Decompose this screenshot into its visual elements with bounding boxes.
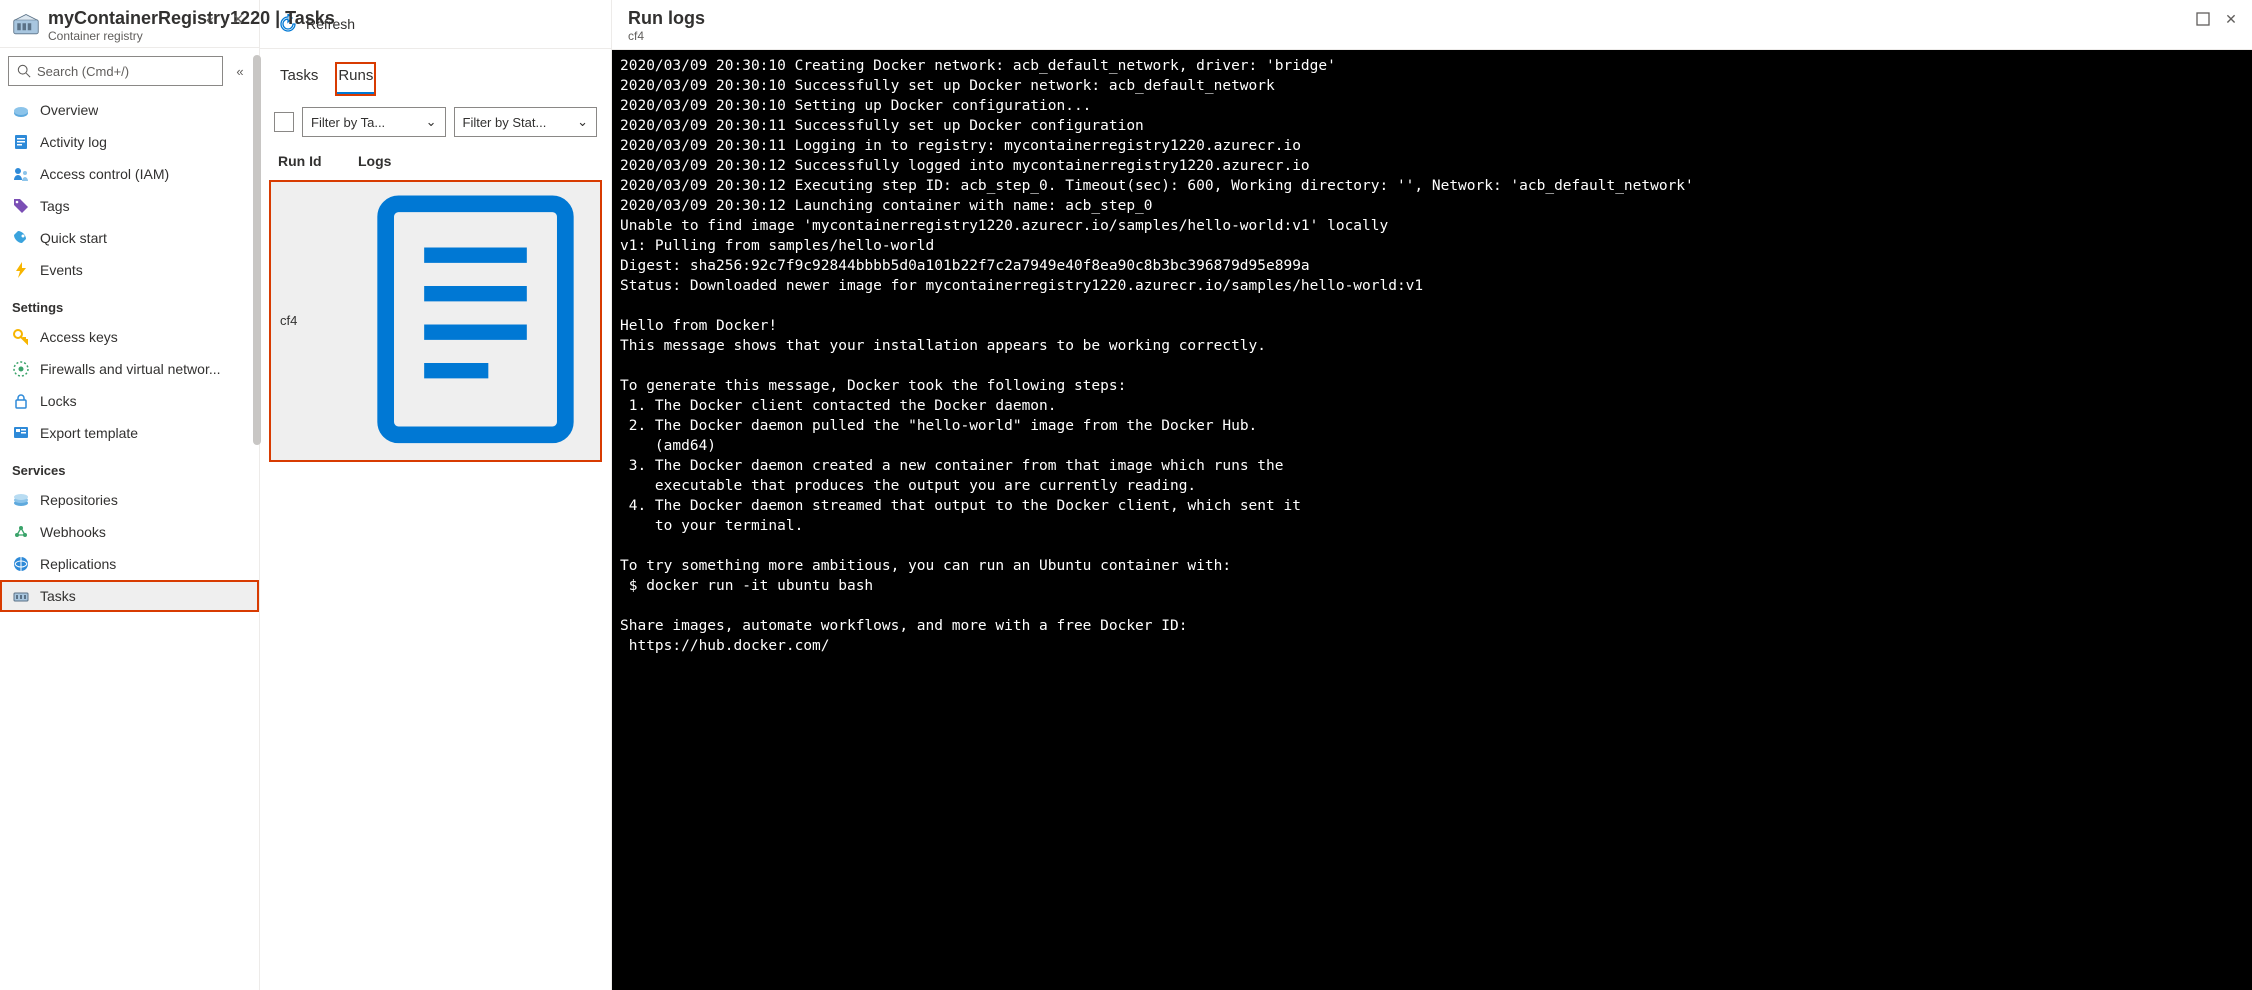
replications-icon (12, 555, 30, 573)
sidebar-scrollbar[interactable] (253, 55, 261, 990)
select-all-checkbox[interactable] (274, 112, 294, 132)
nav-replications[interactable]: Replications (0, 548, 259, 580)
repositories-icon (12, 491, 30, 509)
filter-task-dropdown[interactable]: Filter by Ta... ⌄ (302, 107, 446, 137)
registry-icon (12, 11, 40, 39)
nav-export-template[interactable]: Export template (0, 417, 259, 449)
nav-access-keys[interactable]: Access keys (0, 321, 259, 353)
nav-tags[interactable]: Tags (0, 190, 259, 222)
close-icon[interactable]: ✕ (2220, 8, 2242, 30)
nav-label: Replications (40, 556, 116, 572)
nav-activity-log[interactable]: Activity log (0, 126, 259, 158)
search-input[interactable] (37, 64, 214, 79)
section-settings: Settings (0, 286, 259, 321)
collapse-left-icon[interactable]: « (199, 8, 221, 30)
page-title: myContainerRegistry1220 | Tasks (48, 8, 199, 29)
nav-repositories[interactable]: Repositories (0, 484, 259, 516)
nav-label: Firewalls and virtual networ... (40, 361, 221, 377)
webhooks-icon (12, 523, 30, 541)
filter-status-dropdown[interactable]: Filter by Stat... ⌄ (454, 107, 598, 137)
close-icon[interactable]: ✕ (227, 8, 249, 30)
logs-pane: Run logs cf4 ✕ 2020/03/09 20:30:10 Creat… (612, 0, 2252, 990)
nav-label: Events (40, 262, 83, 278)
nav-locks[interactable]: Locks (0, 385, 259, 417)
overview-icon (12, 101, 30, 119)
nav-overview[interactable]: Overview (0, 94, 259, 126)
lock-icon (12, 392, 30, 410)
nav-quick-start[interactable]: Quick start (0, 222, 259, 254)
filter-status-label: Filter by Stat... (463, 115, 547, 130)
sidebar-header: myContainerRegistry1220 | Tasks Containe… (0, 0, 259, 48)
tasks-pane: Refresh Tasks Runs Filter by Ta... ⌄ Fil… (260, 0, 612, 990)
tags-icon (12, 197, 30, 215)
chevron-down-icon: ⌄ (577, 114, 588, 130)
runs-table-header: Run Id Logs (260, 149, 611, 177)
run-id: cf4 (280, 313, 360, 328)
filter-row: Filter by Ta... ⌄ Filter by Stat... ⌄ (260, 95, 611, 149)
chevron-down-icon: ⌄ (426, 114, 437, 130)
nav-label: Repositories (40, 492, 118, 508)
tasks-tabs: Tasks Runs (260, 49, 611, 95)
firewall-icon (12, 360, 30, 378)
filter-task-label: Filter by Ta... (311, 115, 385, 130)
nav-label: Export template (40, 425, 138, 441)
logs-subtitle: cf4 (628, 29, 2192, 43)
scrollbar-thumb[interactable] (253, 55, 261, 445)
run-row[interactable]: cf4 (270, 181, 601, 461)
run-logs-cell (360, 191, 591, 451)
events-icon (12, 261, 30, 279)
logs-icon[interactable] (360, 436, 591, 451)
nav-label: Locks (40, 393, 77, 409)
key-icon (12, 328, 30, 346)
maximize-icon[interactable] (2192, 8, 2214, 30)
activity-log-icon (12, 133, 30, 151)
nav-label: Quick start (40, 230, 107, 246)
nav-tasks[interactable]: Tasks (0, 580, 259, 612)
search-icon (17, 64, 31, 78)
nav-label: Access control (IAM) (40, 166, 169, 182)
nav-webhooks[interactable]: Webhooks (0, 516, 259, 548)
nav-label: Access keys (40, 329, 118, 345)
export-template-icon (12, 424, 30, 442)
logs-header: Run logs cf4 ✕ (612, 0, 2252, 50)
nav-label: Tags (40, 198, 70, 214)
nav-firewalls[interactable]: Firewalls and virtual networ... (0, 353, 259, 385)
collapse-sidebar-icon[interactable]: « (229, 56, 251, 86)
quick-start-icon (12, 229, 30, 247)
nav-list: Overview Activity log Access control (IA… (0, 94, 259, 990)
tasks-icon (12, 587, 30, 605)
section-services: Services (0, 449, 259, 484)
tab-runs[interactable]: Runs (336, 63, 375, 95)
col-runid: Run Id (278, 153, 358, 169)
page-subtitle: Container registry (48, 29, 199, 43)
tab-tasks[interactable]: Tasks (278, 63, 320, 95)
log-console[interactable]: 2020/03/09 20:30:10 Creating Docker netw… (612, 50, 2252, 990)
sidebar: myContainerRegistry1220 | Tasks Containe… (0, 0, 260, 990)
col-logs: Logs (358, 153, 593, 169)
access-control-icon (12, 165, 30, 183)
logs-title: Run logs (628, 8, 2192, 29)
nav-label: Activity log (40, 134, 107, 150)
nav-label: Overview (40, 102, 98, 118)
nav-label: Tasks (40, 588, 76, 604)
nav-label: Webhooks (40, 524, 106, 540)
nav-access-control[interactable]: Access control (IAM) (0, 158, 259, 190)
search-row: « (0, 48, 259, 94)
nav-events[interactable]: Events (0, 254, 259, 286)
search-box[interactable] (8, 56, 223, 86)
